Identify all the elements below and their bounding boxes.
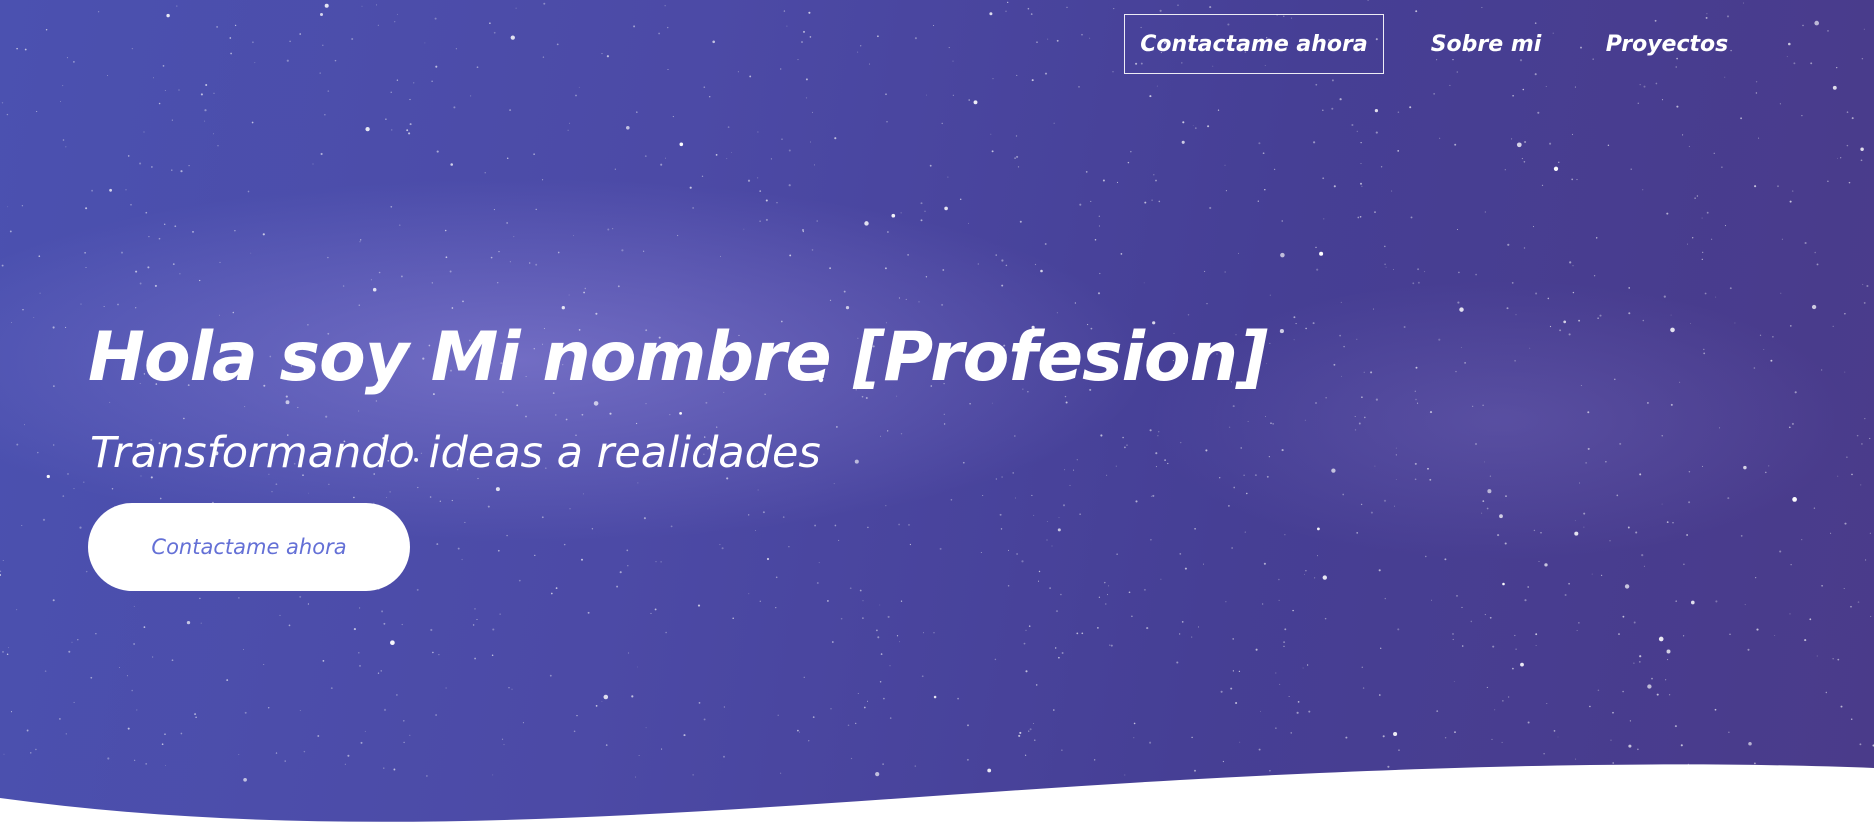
hero-section: Contactame ahora Sobre mi Proyectos Hola…: [0, 0, 1874, 837]
top-navigation: Contactame ahora Sobre mi Proyectos: [1124, 14, 1728, 74]
starfield-background: [0, 0, 1874, 782]
nav-projects-link[interactable]: Proyectos: [1606, 14, 1728, 74]
bottom-wave-divider: [0, 764, 1874, 837]
hero-headline: Hola soy Mi nombre [Profesion]: [88, 318, 1268, 397]
nav-about-link[interactable]: Sobre mi: [1431, 14, 1542, 74]
nav-contact-link[interactable]: Contactame ahora: [1124, 14, 1384, 74]
contact-now-button[interactable]: Contactame ahora: [88, 503, 410, 591]
hero-subtitle: Transformando ideas a realidades: [90, 428, 821, 478]
